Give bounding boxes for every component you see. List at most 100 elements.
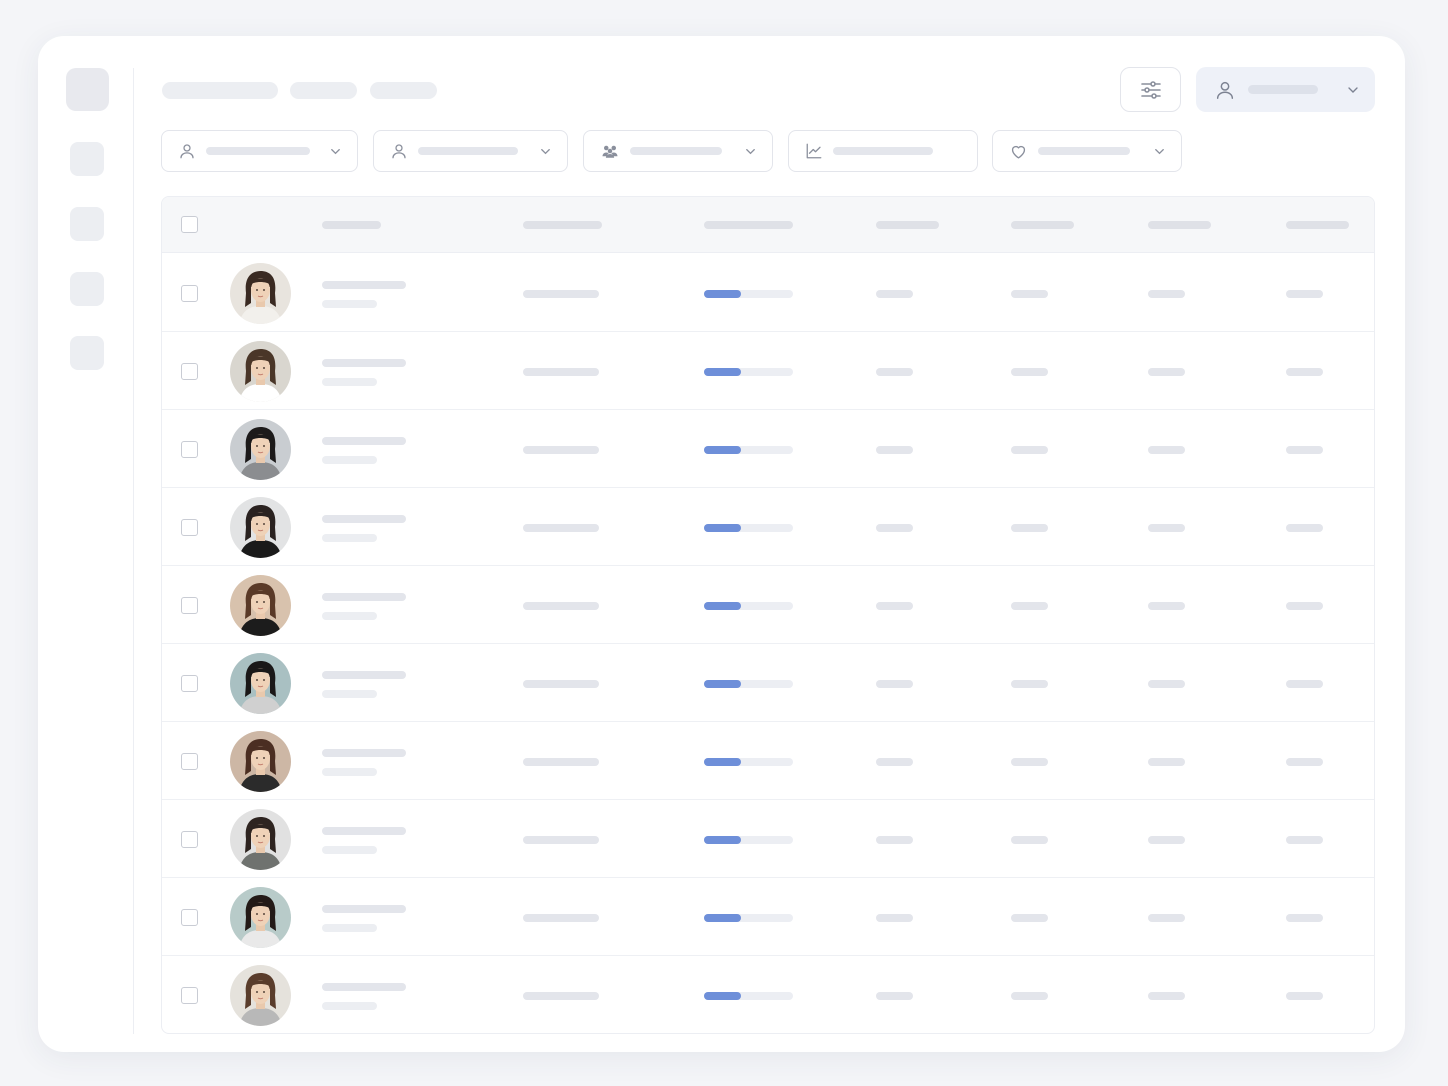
- subtitle-placeholder: [322, 768, 377, 776]
- table-row[interactable]: [162, 644, 1374, 722]
- name-placeholder: [322, 749, 406, 757]
- table-row[interactable]: [162, 878, 1374, 956]
- avatar: [230, 419, 291, 480]
- cell-placeholder: [1148, 758, 1185, 766]
- progress-fill: [704, 290, 742, 298]
- avatar: [230, 575, 291, 636]
- row-checkbox[interactable]: [181, 987, 198, 1004]
- sidebar-item-4[interactable]: [70, 336, 104, 370]
- progress-bar: [704, 368, 793, 376]
- row-checkbox[interactable]: [181, 753, 198, 770]
- cell-placeholder: [1286, 446, 1323, 454]
- row-checkbox[interactable]: [181, 831, 198, 848]
- table-row[interactable]: [162, 488, 1374, 566]
- subtitle-placeholder: [322, 612, 377, 620]
- column-header[interactable]: [1011, 221, 1074, 229]
- cell-placeholder: [876, 914, 913, 922]
- cell-placeholder: [1011, 290, 1048, 298]
- avatar: [230, 965, 291, 1026]
- cell-placeholder: [1011, 758, 1048, 766]
- heart-icon: [1011, 145, 1026, 159]
- filter-dropdown-4[interactable]: [788, 130, 978, 172]
- column-header[interactable]: [704, 221, 793, 229]
- user-name-placeholder: [1248, 85, 1318, 94]
- row-checkbox[interactable]: [181, 909, 198, 926]
- row-checkbox[interactable]: [181, 675, 198, 692]
- table-row[interactable]: [162, 956, 1374, 1033]
- table-header: [162, 197, 1374, 253]
- cell-placeholder: [876, 602, 913, 610]
- table-row[interactable]: [162, 800, 1374, 878]
- cell-placeholder: [1148, 368, 1185, 376]
- sidebar-item-1[interactable]: [70, 142, 104, 176]
- user-icon: [1216, 81, 1234, 99]
- row-checkbox[interactable]: [181, 441, 198, 458]
- table-row[interactable]: [162, 722, 1374, 800]
- chevron-down-icon: [746, 148, 755, 154]
- filter-label-placeholder: [630, 147, 722, 155]
- progress-bar: [704, 992, 793, 1000]
- progress-fill: [704, 758, 742, 766]
- users-icon: [602, 145, 618, 158]
- cell-placeholder: [523, 836, 599, 844]
- cell-placeholder: [876, 524, 913, 532]
- subtitle-placeholder: [322, 924, 377, 932]
- name-placeholder: [322, 827, 406, 835]
- column-header[interactable]: [1286, 221, 1349, 229]
- filter-bar: [161, 130, 1191, 172]
- table-row[interactable]: [162, 410, 1374, 488]
- sidebar-item-2[interactable]: [70, 207, 104, 241]
- avatar: [230, 809, 291, 870]
- avatar: [230, 653, 291, 714]
- table-row[interactable]: [162, 566, 1374, 644]
- chevron-down-icon: [1348, 86, 1358, 93]
- subtitle-placeholder: [322, 300, 377, 308]
- user-icon: [180, 144, 194, 159]
- table-row[interactable]: [162, 332, 1374, 410]
- subtitle-placeholder: [322, 534, 377, 542]
- subtitle-placeholder: [322, 690, 377, 698]
- filter-dropdown-2[interactable]: [373, 130, 568, 172]
- sliders-icon: [1140, 80, 1161, 99]
- name-placeholder: [322, 593, 406, 601]
- filter-dropdown-5[interactable]: [992, 130, 1182, 172]
- cell-placeholder: [1286, 914, 1323, 922]
- filter-dropdown-3[interactable]: [583, 130, 773, 172]
- sidebar-item-3[interactable]: [70, 272, 104, 306]
- column-header[interactable]: [1148, 221, 1211, 229]
- row-checkbox[interactable]: [181, 285, 198, 302]
- app-logo[interactable]: [66, 68, 109, 111]
- row-checkbox[interactable]: [181, 519, 198, 536]
- row-checkbox[interactable]: [181, 597, 198, 614]
- cell-placeholder: [1148, 680, 1185, 688]
- filter-settings-button[interactable]: [1120, 67, 1181, 112]
- cell-placeholder: [523, 446, 599, 454]
- row-checkbox[interactable]: [181, 363, 198, 380]
- cell-placeholder: [523, 914, 599, 922]
- name-placeholder: [322, 281, 406, 289]
- cell-placeholder: [1148, 446, 1185, 454]
- select-all-checkbox[interactable]: [181, 216, 198, 233]
- cell-placeholder: [876, 290, 913, 298]
- column-header[interactable]: [523, 221, 602, 229]
- name-placeholder: [322, 671, 406, 679]
- progress-fill: [704, 680, 742, 688]
- cell-placeholder: [523, 368, 599, 376]
- cell-placeholder: [1286, 680, 1323, 688]
- chart-icon: [806, 143, 822, 159]
- cell-placeholder: [1148, 524, 1185, 532]
- filter-dropdown-1[interactable]: [161, 130, 358, 172]
- column-header[interactable]: [876, 221, 939, 229]
- column-header[interactable]: [322, 221, 381, 229]
- cell-placeholder: [1286, 758, 1323, 766]
- chevron-down-icon: [331, 148, 340, 154]
- filter-label-placeholder: [206, 147, 310, 155]
- cell-placeholder: [1286, 992, 1323, 1000]
- cell-placeholder: [523, 992, 599, 1000]
- name-placeholder: [322, 359, 406, 367]
- table-row[interactable]: [162, 254, 1374, 332]
- cell-placeholder: [1011, 524, 1048, 532]
- progress-bar: [704, 446, 793, 454]
- cell-placeholder: [876, 836, 913, 844]
- user-menu-dropdown[interactable]: [1196, 67, 1375, 112]
